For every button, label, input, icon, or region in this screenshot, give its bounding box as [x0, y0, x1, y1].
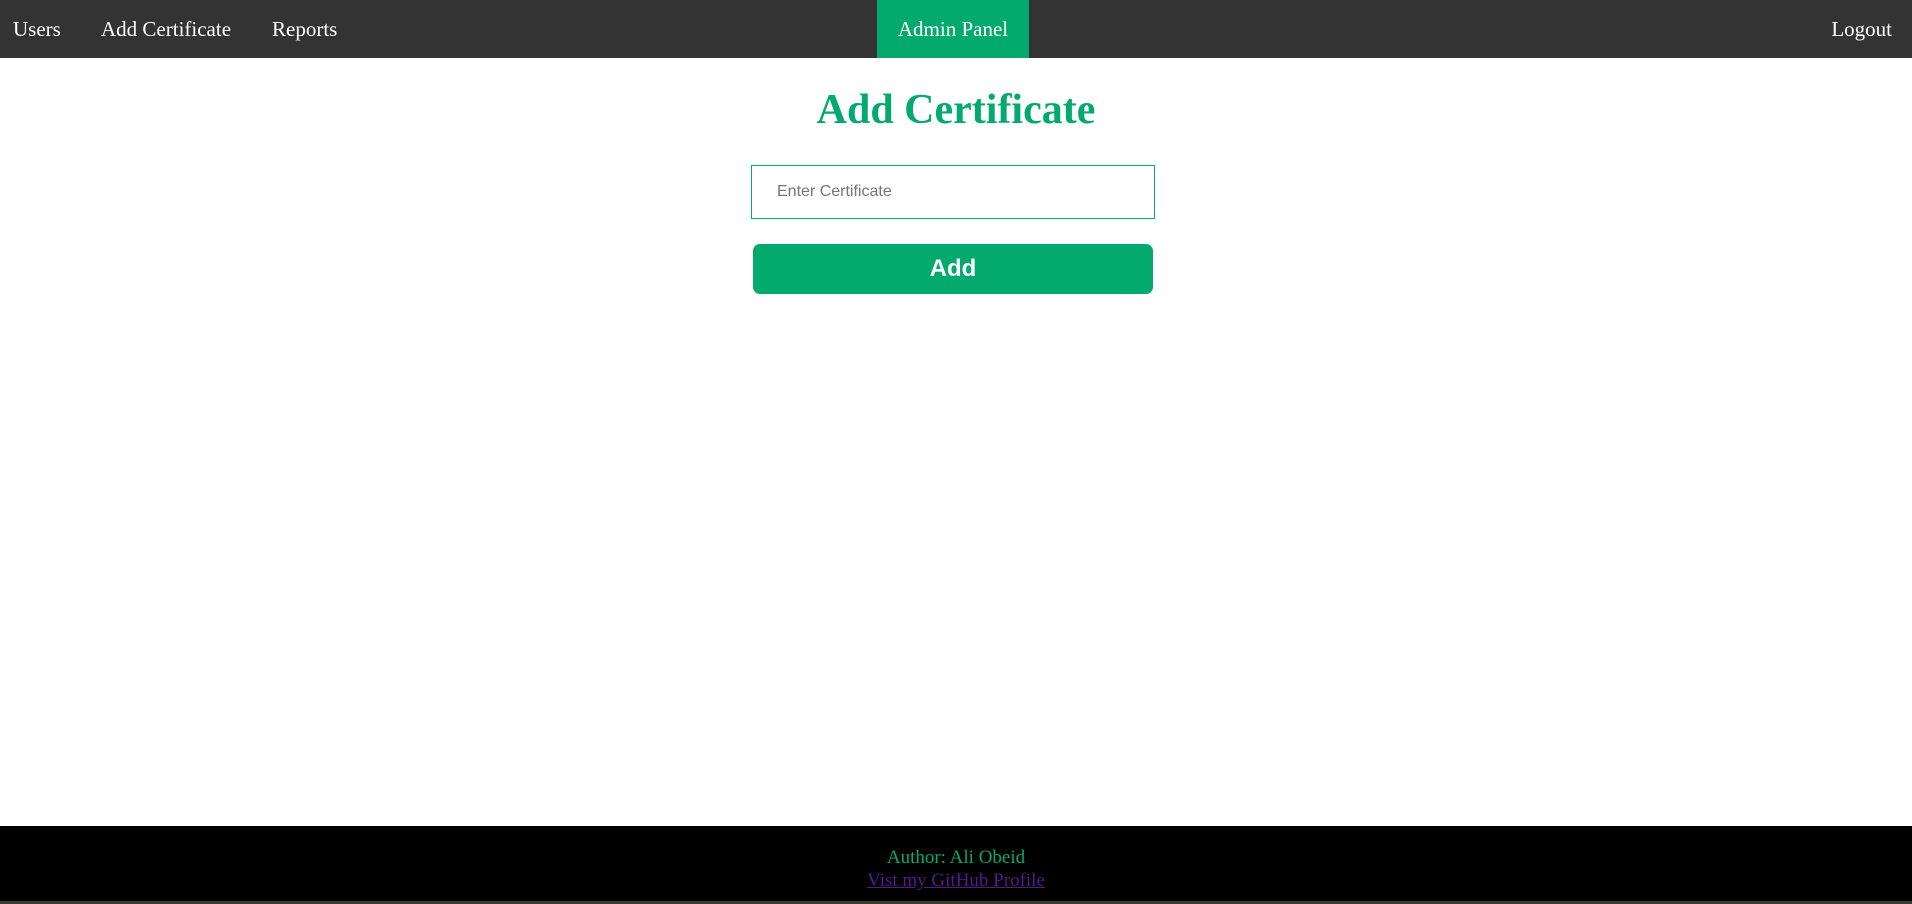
- nav-logout-link[interactable]: Logout: [1831, 0, 1892, 58]
- page-footer: Author: Ali Obeid Vist my GitHub Profile: [0, 826, 1912, 904]
- footer-author: Author: Ali Obeid: [886, 847, 1026, 868]
- top-navigation-bar: Users Add Certificate Reports Admin Pane…: [0, 0, 1912, 58]
- certificate-input[interactable]: [751, 165, 1155, 219]
- footer-link-wrapper: Vist my GitHub Profile: [0, 869, 1912, 893]
- add-certificate-button[interactable]: Add: [753, 244, 1153, 294]
- page-title: Add Certificate: [816, 87, 1096, 133]
- nav-add-certificate-link[interactable]: Add Certificate: [101, 0, 231, 58]
- github-profile-link[interactable]: Vist my GitHub Profile: [867, 870, 1045, 891]
- nav-admin-panel-link[interactable]: Admin Panel: [877, 0, 1029, 58]
- nav-reports-link[interactable]: Reports: [272, 0, 337, 58]
- nav-users-link[interactable]: Users: [13, 0, 61, 58]
